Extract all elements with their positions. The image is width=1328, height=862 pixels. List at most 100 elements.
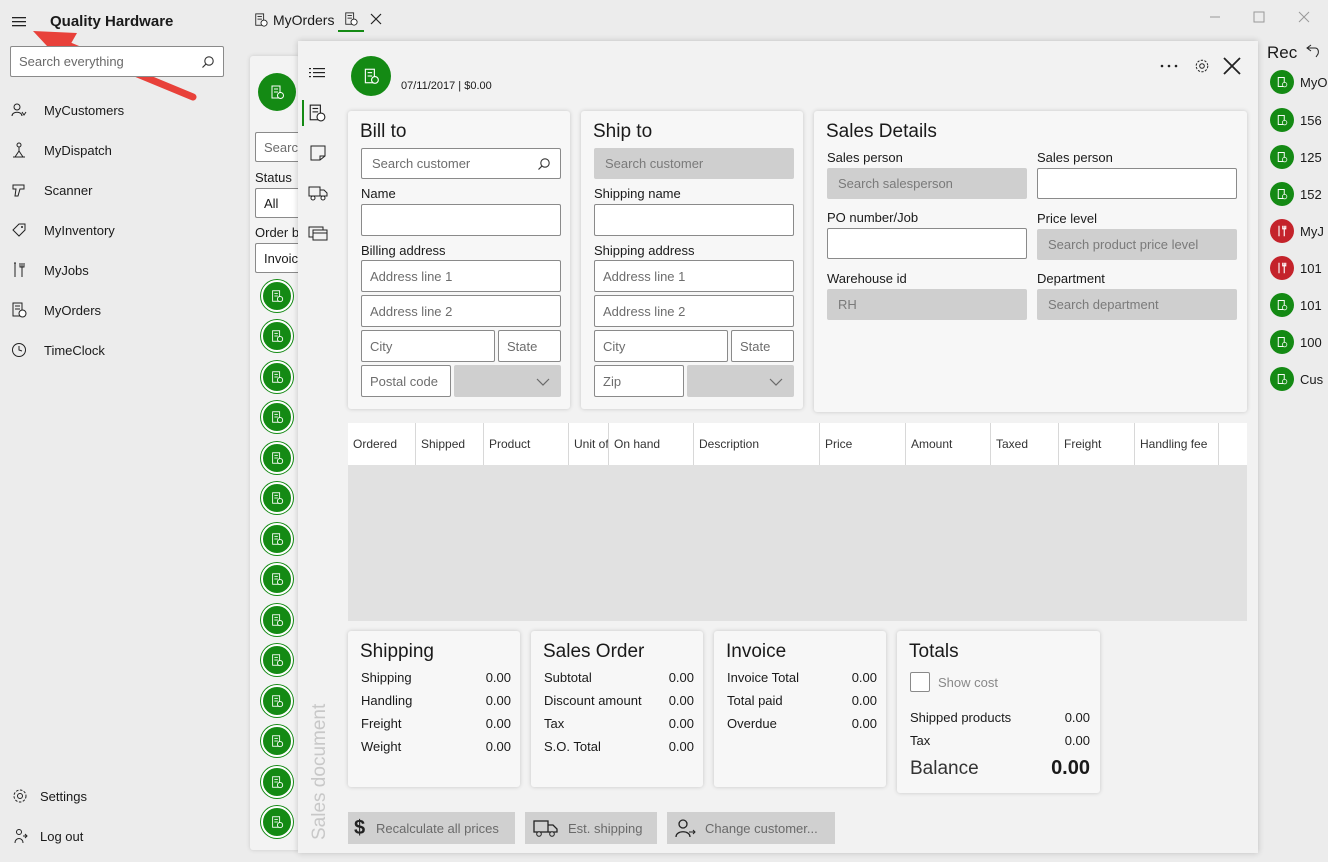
- shipping-state-input[interactable]: State: [731, 330, 794, 362]
- est-shipping-button[interactable]: Est. shipping: [525, 812, 657, 844]
- order-list-item-icon[interactable]: [261, 806, 293, 838]
- shipping-city-input[interactable]: City: [594, 330, 728, 362]
- sales-person2-input[interactable]: [1037, 168, 1237, 199]
- sales-person2-label: Sales person: [1037, 150, 1113, 165]
- shipping-zip-input[interactable]: Zip: [594, 365, 684, 397]
- nav-item-scanner[interactable]: Scanner: [0, 170, 240, 210]
- change-customer-button[interactable]: Change customer...: [667, 812, 835, 844]
- bill-to-name-input[interactable]: [361, 204, 561, 236]
- shipping-address-line2-input[interactable]: Address line 2: [594, 295, 794, 327]
- window-close-button[interactable]: [1297, 10, 1311, 24]
- nav-item-myinventory[interactable]: MyInventory: [0, 210, 240, 250]
- table-column-header[interactable]: On hand: [609, 423, 694, 465]
- summary-row-value: 0.00: [485, 670, 511, 685]
- order-list-item-icon[interactable]: [261, 685, 293, 717]
- recent-item[interactable]: 101: [1270, 256, 1322, 280]
- summary-row-value: 0.00: [1064, 710, 1090, 725]
- table-column-header[interactable]: Freight: [1059, 423, 1135, 465]
- notes-view-button[interactable]: [309, 144, 327, 162]
- table-column-header[interactable]: Shipped: [416, 423, 484, 465]
- sales-person-search-input[interactable]: Search salesperson: [827, 168, 1027, 199]
- document-settings-button[interactable]: [1194, 58, 1210, 74]
- shipping-name-input[interactable]: [594, 204, 794, 236]
- order-list-item-icon[interactable]: [261, 280, 293, 312]
- nav-item-mycustomers[interactable]: MyCustomers: [0, 90, 240, 130]
- warehouse-id-input[interactable]: RH: [827, 289, 1027, 320]
- maximize-button[interactable]: [1252, 10, 1266, 24]
- billing-address-line2-input[interactable]: Address line 2: [361, 295, 561, 327]
- document-header-info: 07/11/2017 | $0.00: [401, 80, 492, 92]
- recent-item-label: 152: [1300, 186, 1322, 202]
- show-cost-label: Show cost: [938, 674, 998, 690]
- shipping-address-line1-input[interactable]: Address line 1: [594, 260, 794, 292]
- recent-item[interactable]: 152: [1270, 182, 1322, 206]
- billing-state-input[interactable]: State: [498, 330, 561, 362]
- billing-postal-code-input[interactable]: Postal code: [361, 365, 451, 397]
- nav-item-label: Log out: [40, 828, 84, 844]
- tab-myorders[interactable]: MyOrders: [254, 8, 334, 32]
- table-column-header[interactable]: Amount: [906, 423, 991, 465]
- tab-close-button[interactable]: [369, 12, 383, 26]
- recent-item-icon: [1270, 256, 1294, 280]
- recent-item[interactable]: 156: [1270, 108, 1322, 132]
- tab-active-indicator[interactable]: [338, 8, 364, 32]
- order-list-item-icon[interactable]: [261, 401, 293, 433]
- recent-item[interactable]: 100: [1270, 330, 1322, 354]
- minimize-button[interactable]: [1208, 10, 1222, 24]
- payment-view-button[interactable]: [308, 224, 328, 242]
- show-cost-checkbox[interactable]: Show cost: [910, 672, 998, 692]
- order-list-item-icon[interactable]: [261, 442, 293, 474]
- more-options-button[interactable]: [1159, 58, 1179, 74]
- order-list-item-icon[interactable]: [261, 644, 293, 676]
- order-list-item-icon[interactable]: [261, 604, 293, 636]
- bill-to-search-customer-input[interactable]: Search customer: [361, 148, 561, 179]
- order-list-item-icon[interactable]: [261, 766, 293, 798]
- billing-country-select[interactable]: [454, 365, 561, 397]
- order-list-item-icon[interactable]: [261, 523, 293, 555]
- nav-item-logout[interactable]: Log out: [0, 816, 240, 856]
- table-column-header[interactable]: Ordered: [348, 423, 416, 465]
- shipping-view-button[interactable]: [308, 184, 328, 202]
- table-column-header[interactable]: Product: [484, 423, 569, 465]
- billing-city-input[interactable]: City: [361, 330, 495, 362]
- table-column-header[interactable]: Price: [820, 423, 906, 465]
- price-level-search-input[interactable]: Search product price level: [1037, 229, 1237, 260]
- shipping-country-select[interactable]: [687, 365, 794, 397]
- nav-item-label: TimeClock: [44, 342, 105, 358]
- global-search-input[interactable]: Search everything: [10, 46, 224, 77]
- placeholder: Address line 1: [370, 268, 453, 284]
- recent-item[interactable]: 101: [1270, 293, 1322, 317]
- po-number-input[interactable]: [827, 228, 1027, 259]
- nav-item-myjobs[interactable]: MyJobs: [0, 250, 240, 290]
- logout-icon: [10, 826, 30, 846]
- undo-button[interactable]: [1305, 42, 1321, 58]
- billing-address-line1-input[interactable]: Address line 1: [361, 260, 561, 292]
- table-column-header[interactable]: Unit of: [569, 423, 609, 465]
- recent-item[interactable]: MyJ: [1270, 219, 1324, 243]
- document-close-button[interactable]: [1222, 56, 1242, 76]
- table-column-header[interactable]: Description: [694, 423, 820, 465]
- recent-item[interactable]: Cus: [1270, 367, 1323, 391]
- document-view-button[interactable]: [308, 104, 326, 122]
- nav-item-myorders[interactable]: MyOrders: [0, 290, 240, 330]
- order-list-item-icon[interactable]: [261, 563, 293, 595]
- department-search-input[interactable]: Search department: [1037, 289, 1237, 320]
- table-column-header[interactable]: Taxed: [991, 423, 1059, 465]
- recent-item-label: 101: [1300, 297, 1322, 313]
- nav-item-timeclock[interactable]: TimeClock: [0, 330, 240, 370]
- recent-item[interactable]: 125: [1270, 145, 1322, 169]
- list-view-button[interactable]: [308, 64, 326, 82]
- ship-to-search-customer-input[interactable]: Search customer: [594, 148, 794, 179]
- order-list-item-icon[interactable]: [261, 482, 293, 514]
- table-column-header[interactable]: Handling fee: [1135, 423, 1219, 465]
- nav-item-mydispatch[interactable]: MyDispatch: [0, 130, 240, 170]
- recent-title: Rec: [1267, 43, 1298, 62]
- nav-item-settings[interactable]: Settings: [0, 776, 240, 816]
- recalculate-prices-button[interactable]: $ Recalculate all prices: [348, 812, 515, 844]
- recent-item[interactable]: MyO: [1270, 70, 1327, 94]
- chevron-down-icon: [769, 378, 783, 386]
- order-list-item-icon[interactable]: [261, 320, 293, 352]
- order-list-item-icon[interactable]: [261, 725, 293, 757]
- summary-row-label: Tax: [544, 716, 565, 731]
- order-list-item-icon[interactable]: [261, 361, 293, 393]
